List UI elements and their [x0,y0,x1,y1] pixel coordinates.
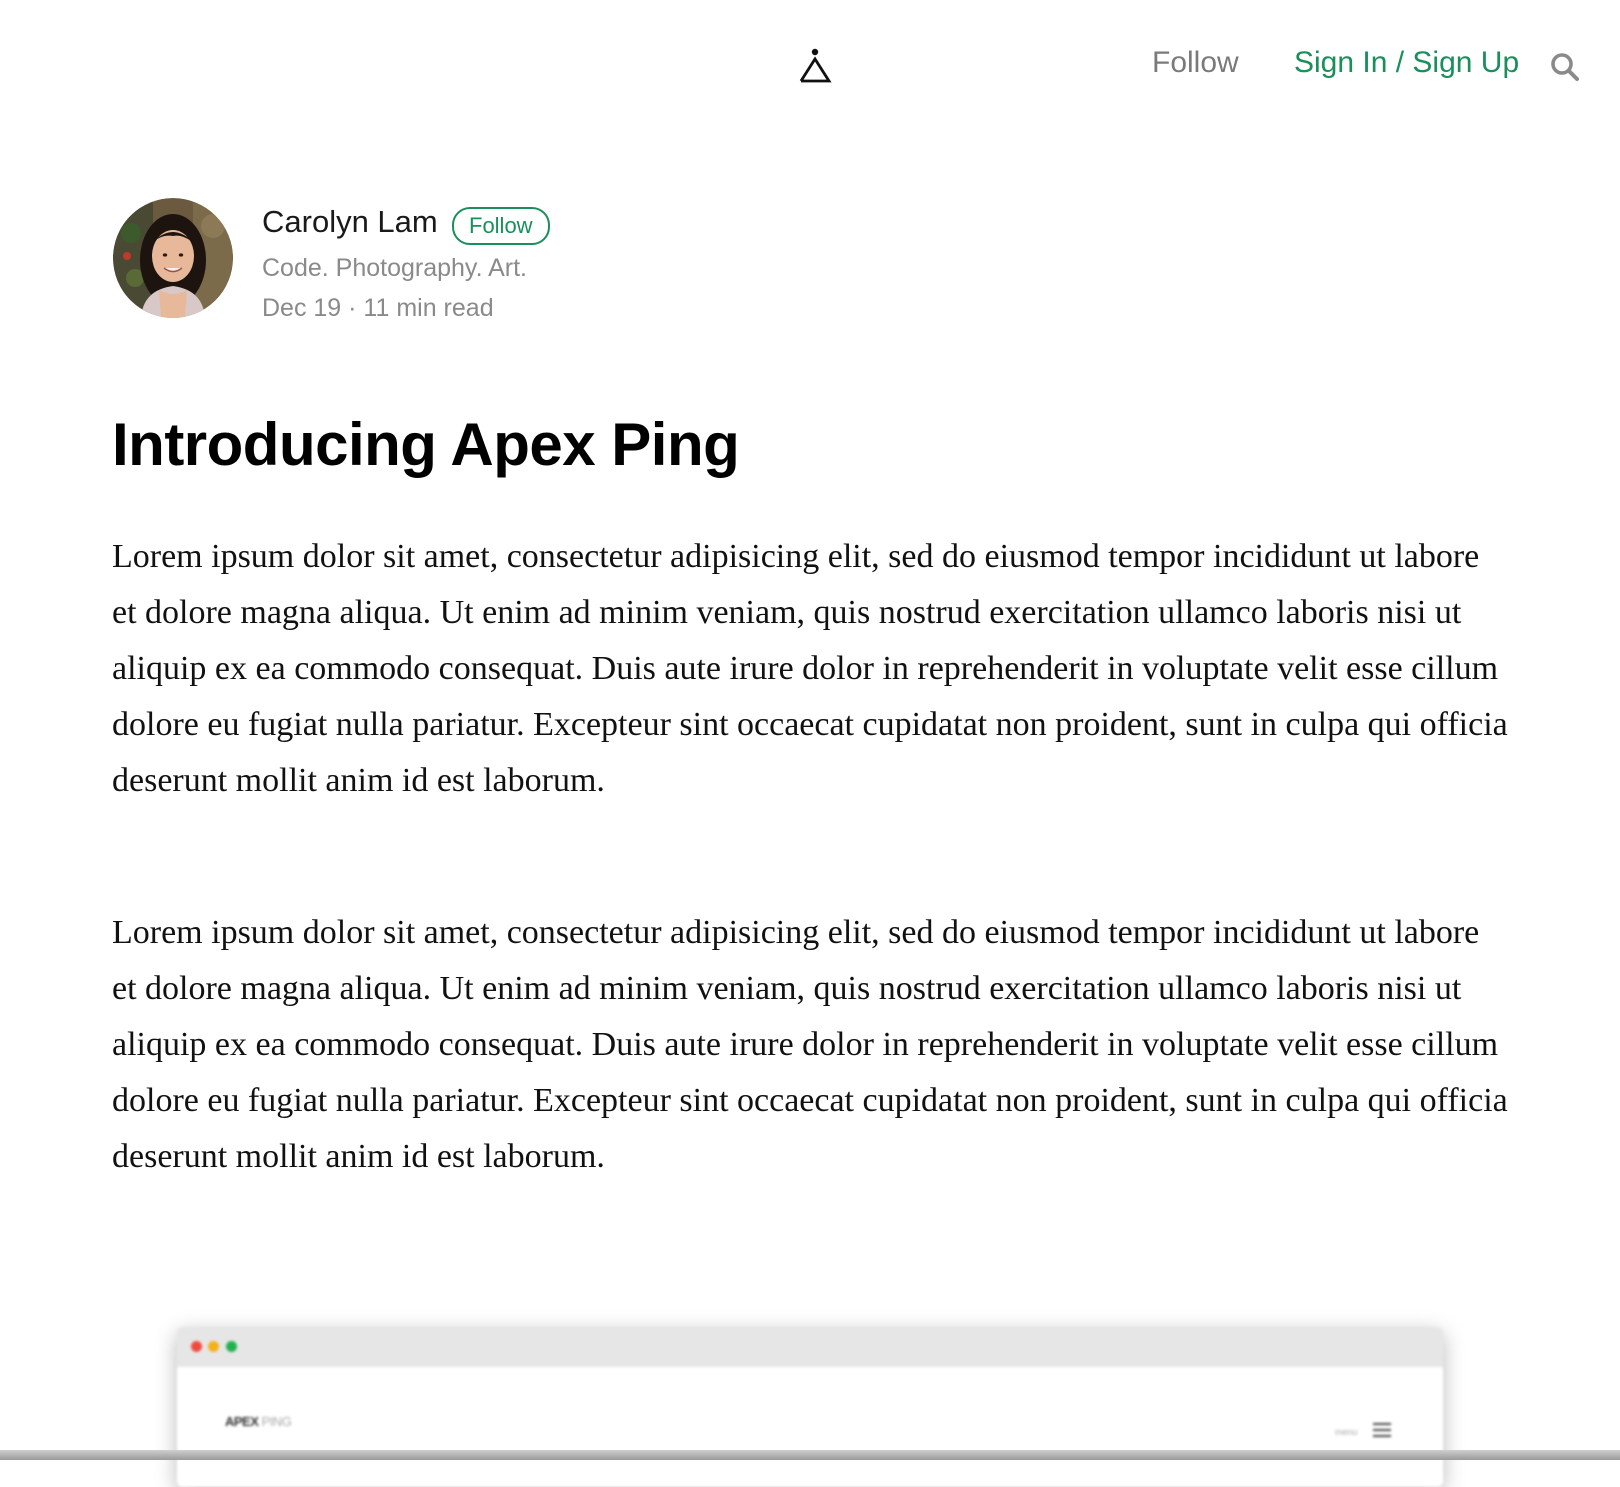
author-bio: Code. Photography. Art. [262,254,527,282]
article-title: Introducing Apex Ping [112,411,740,478]
hamburger-menu-icon [1373,1423,1391,1437]
embedded-brand-light: PING [258,1414,292,1429]
article-paragraph: Lorem ipsum dolor sit amet, consectetur … [112,914,1508,1175]
post-meta: Dec 19 · 11 min read [262,294,494,322]
sign-in-sign-up-link[interactable]: Sign In / Sign Up [1294,46,1519,80]
nav-follow-link[interactable]: Follow [1152,46,1239,80]
embedded-brand-bold: APEX [225,1414,259,1429]
article-screenshot-image: APEX PING menu [177,1327,1443,1487]
maximize-window-dot [226,1341,237,1352]
follow-author-button[interactable]: Follow [452,207,550,245]
embedded-menu-label: menu [1335,1427,1358,1437]
author-card: Carolyn Lam Follow Code. Photography. Ar… [113,198,813,328]
embedded-brand-logo: APEX PING [225,1414,292,1429]
minimize-window-dot [208,1341,219,1352]
apex-triangle-logo[interactable] [798,48,832,84]
author-avatar[interactable] [113,198,233,318]
search-icon[interactable] [1550,52,1580,82]
top-nav: Follow Sign In / Sign Up [0,0,1620,130]
close-window-dot [191,1341,202,1352]
window-title-bar [177,1327,1443,1367]
author-name[interactable]: Carolyn Lam [262,204,438,240]
article-paragraph: Lorem ipsum dolor sit amet, consectetur … [112,538,1508,799]
window-bottom-edge [0,1450,1620,1460]
